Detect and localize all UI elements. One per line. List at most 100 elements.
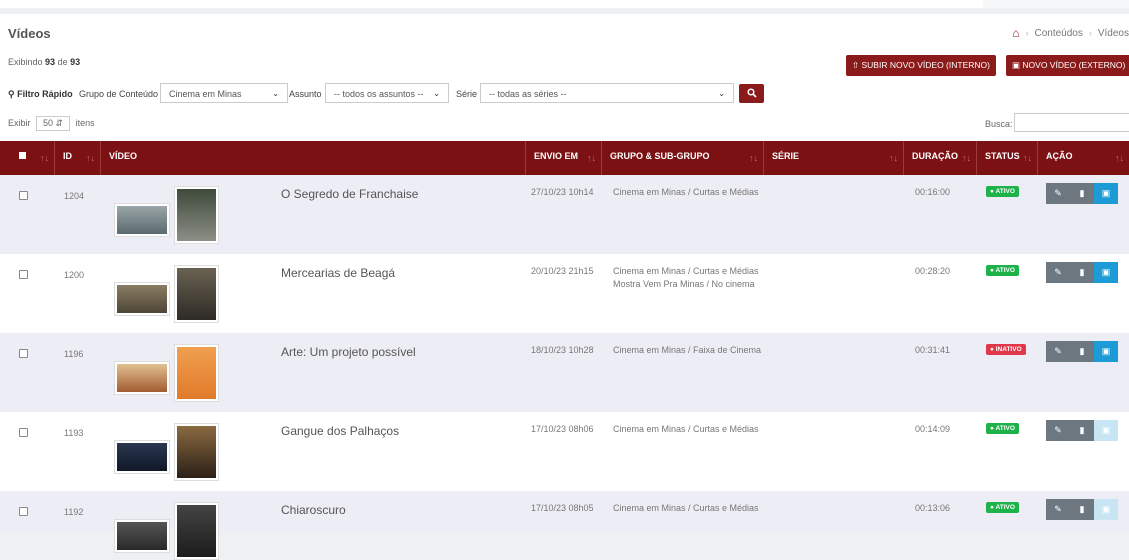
video-title[interactable]: O Segredo de Franchaise [281,187,418,201]
edit-icon[interactable]: ✎ [1046,183,1070,204]
duration: 00:16:00 [915,187,951,197]
series-select[interactable]: -- todas as séries -- ⌄ [480,83,734,103]
subject-select[interactable]: -- todos os assuntos -- ⌄ [325,83,449,103]
chevron-down-icon: ⌄ [272,89,279,98]
column-header-series[interactable]: SÉRIE ↑↓ [764,141,904,175]
home-icon[interactable]: ⌂ [1012,26,1019,40]
trash-icon[interactable]: ▮ [1070,183,1094,204]
table-row: 1204 O Segredo de Franchaise 27/10/23 10h1… [0,175,1129,254]
plus-square-icon: ▣ [1012,60,1021,70]
video-title[interactable]: Gangue dos Palhaços [281,424,399,438]
video-title[interactable]: Chiaroscuro [281,503,346,517]
group-path: Cinema em Minas / Curtas e Médias [613,266,759,276]
column-header-id[interactable]: ID ↑↓ [55,141,101,175]
row-checkbox[interactable] [19,349,28,358]
group-path: Cinema em Minas / Curtas e Médias [613,187,759,197]
row-checkbox[interactable] [19,191,28,200]
video-thumbnail [114,282,170,316]
breadcrumb-item-videos: Vídeos [1097,27,1129,39]
quick-filter-label: ⚲ Filtro Rápido [8,89,73,99]
chevron-down-icon: ⌄ [433,89,440,98]
table-row: 1192 Chiaroscuro 17/10/23 08h05 Cinema em M… [0,491,1129,560]
save-icon[interactable]: ▣ [1094,262,1118,283]
check-circle-icon: ● [990,267,994,274]
sort-icon: ↑↓ [1115,153,1124,163]
video-title[interactable]: Arte: Um projeto possível [281,345,416,359]
video-title[interactable]: Mercearias de Beagá [281,266,395,280]
group-path: Cinema em Minas / Curtas e Médias [613,424,759,434]
edit-icon[interactable]: ✎ [1046,341,1070,362]
video-poster [174,186,219,244]
column-header-action[interactable]: AÇÃO ↑↓ [1038,141,1129,175]
trash-icon[interactable]: ▮ [1070,341,1094,362]
row-checkbox[interactable] [19,507,28,516]
video-thumbnail [114,361,170,395]
status-badge: ● ATIVO [986,186,1019,197]
save-icon[interactable]: ▣ [1094,183,1118,204]
video-poster [174,344,219,402]
chevron-down-icon: ⌄ [718,89,725,98]
save-icon[interactable]: ▣ [1094,341,1118,362]
column-header-video[interactable]: VÍDEO [101,141,525,175]
search-icon [746,88,757,98]
status-badge: ● ATIVO [986,502,1019,513]
sent-date: 17/10/23 08h05 [531,503,594,513]
group-select[interactable]: Cinema em Minas ⌄ [160,83,288,103]
sort-icon: ↑↓ [86,153,95,163]
upload-icon: ⇧ [852,60,860,70]
check-circle-icon: ● [990,504,994,511]
duration: 00:14:09 [915,424,951,434]
edit-icon[interactable]: ✎ [1046,420,1070,441]
select-all-header[interactable]: ↑↓ [0,141,55,175]
group-path-secondary: Mostra Vem Pra Minas / No cinema [613,279,755,289]
row-actions: ✎ ▮ ▣ [1046,341,1118,362]
upload-internal-video-button[interactable]: ⇧ SUBIR NOVO VÍDEO (INTERNO) [846,55,996,76]
page-title: Vídeos [8,26,51,41]
sort-icon: ↑↓ [1023,153,1032,163]
select-all-checkbox[interactable] [19,152,26,159]
breadcrumb-item-contents[interactable]: Conteúdos [1034,28,1082,39]
table-row: 1200 Mercearias de Beagá 20/10/23 21h15 Cin… [0,254,1129,333]
video-thumbnail [114,519,170,553]
search-label: Busca: [985,119,1013,129]
group-path: Cinema em Minas / Curtas e Médias [613,503,759,513]
breadcrumb: ⌂ › Conteúdos › Vídeos [1012,26,1129,40]
table-search-input[interactable] [1014,113,1129,132]
row-id: 1204 [64,191,85,201]
check-circle-icon: ● [990,425,994,432]
trash-icon[interactable]: ▮ [1070,262,1094,283]
trash-icon[interactable]: ▮ [1070,420,1094,441]
group-label: Grupo de Conteúdo [79,89,159,99]
column-header-duration[interactable]: DURAÇÃO ↑↓ [904,141,977,175]
table-header: ↑↓ ID ↑↓ VÍDEO ENVIO EM ↑↓ GRUPO & SUB-GRU… [0,141,1129,175]
group-path: Cinema em Minas / Faixa de Cinema [613,345,762,355]
sent-date: 27/10/23 10h14 [531,187,594,197]
table-row: 1193 Gangue dos Palhaços 17/10/23 08h06 Cin… [0,412,1129,491]
video-poster [174,423,219,481]
check-circle-icon: ● [990,346,994,353]
new-external-video-button[interactable]: ▣ NOVO VÍDEO (EXTERNO) [1006,55,1129,76]
column-header-sent[interactable]: ENVIO EM ↑↓ [525,141,602,175]
table-row: 1196 Arte: Um projeto possível 18/10/23 10… [0,333,1129,412]
page-length-select[interactable]: 50 ⇵ [36,116,71,131]
column-header-status[interactable]: STATUS ↑↓ [977,141,1038,175]
sort-icon: ↑↓ [749,153,758,163]
sort-icon: ↑↓ [40,153,49,163]
video-poster [174,265,219,323]
check-circle-icon: ● [990,188,994,195]
row-id: 1193 [64,428,84,438]
column-header-group[interactable]: GRUPO & SUB-GRUPO ↑↓ [602,141,764,175]
edit-icon[interactable]: ✎ [1046,262,1070,283]
video-thumbnail [114,203,170,237]
row-checkbox[interactable] [19,270,28,279]
sort-icon: ↑↓ [962,153,971,163]
status-badge: ● ATIVO [986,423,1019,434]
duration: 00:31:41 [915,345,951,355]
series-label: Série [456,89,478,99]
top-strip [0,0,1129,8]
save-icon[interactable]: ▣ [1094,420,1118,441]
row-checkbox[interactable] [19,428,28,437]
video-thumbnail [114,440,170,474]
sent-date: 18/10/23 10h28 [531,345,594,355]
filter-search-button[interactable] [739,84,764,103]
